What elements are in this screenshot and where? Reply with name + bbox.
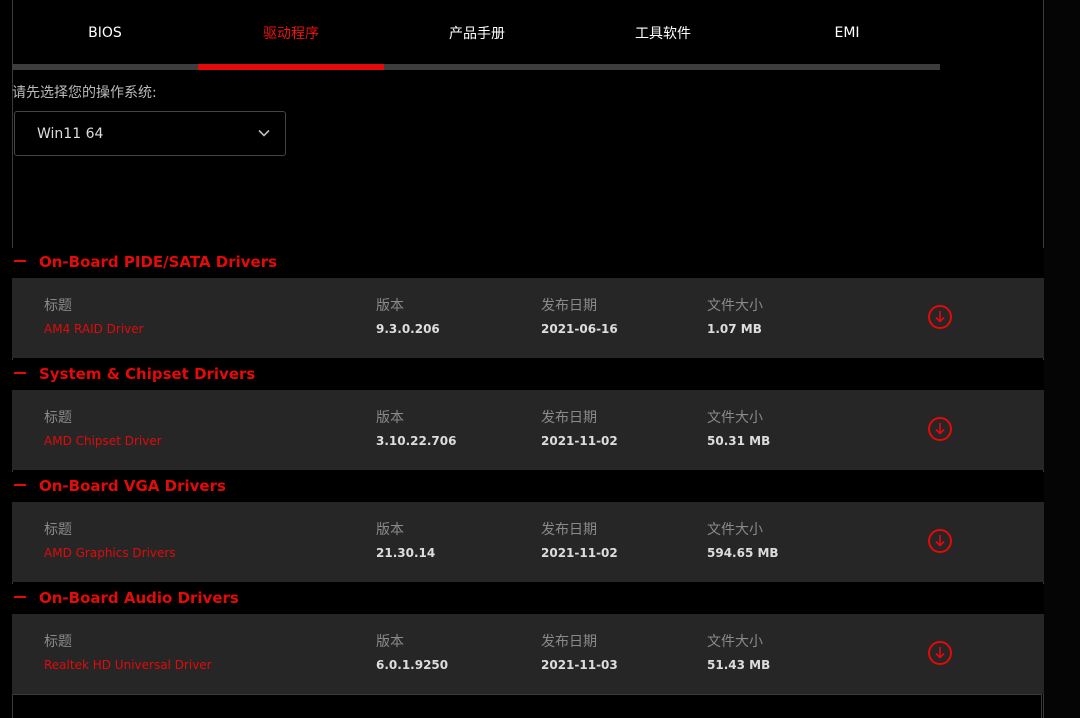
column-header-date: 发布日期 — [541, 298, 597, 314]
tab-manuals[interactable]: 产品手册 — [384, 0, 570, 66]
page-gutter — [1044, 0, 1080, 718]
section-header: System & Chipset Drivers — [12, 360, 1044, 390]
minus-icon[interactable] — [12, 590, 28, 606]
driver-version: 6.0.1.9250 — [376, 658, 449, 672]
driver-size: 51.43 MB — [707, 658, 771, 672]
column-header-version: 版本 — [376, 522, 404, 538]
driver-title-link[interactable]: Realtek HD Universal Driver — [44, 658, 212, 672]
column-header-version: 版本 — [376, 634, 404, 650]
driver-date: 2021-11-03 — [541, 658, 618, 672]
chevron-down-icon — [257, 126, 271, 144]
minus-icon[interactable] — [12, 366, 28, 382]
column-header-size: 文件大小 — [707, 634, 763, 650]
download-icon[interactable] — [928, 529, 952, 553]
column-header-version: 版本 — [376, 410, 404, 426]
tab-emi[interactable]: EMI — [754, 0, 940, 66]
tab-bar: BIOS 驱动程序 产品手册 工具软件 EMI — [12, 0, 1042, 70]
column-header-size: 文件大小 — [707, 410, 763, 426]
column-header-title: 标题 — [44, 298, 72, 314]
os-select-value: Win11 64 — [37, 125, 104, 142]
tab-drivers[interactable]: 驱动程序 — [198, 0, 384, 66]
column-header-date: 发布日期 — [541, 410, 597, 426]
section-title: On-Board Audio Drivers — [39, 589, 239, 607]
driver-title-link[interactable]: AMD Chipset Driver — [44, 434, 162, 448]
column-header-size: 文件大小 — [707, 298, 763, 314]
active-tab-indicator — [198, 64, 384, 70]
column-header-date: 发布日期 — [541, 522, 597, 538]
minus-icon[interactable] — [12, 478, 28, 494]
column-header-title: 标题 — [44, 522, 72, 538]
tab-track — [12, 64, 940, 70]
driver-title-link[interactable]: AMD Graphics Drivers — [44, 546, 176, 560]
section-header: On-Board Audio Drivers — [12, 584, 1044, 614]
driver-row: 标题 版本 发布日期 文件大小 AM4 RAID Driver 9.3.0.20… — [12, 278, 1044, 358]
driver-row: 标题 版本 发布日期 文件大小 AMD Chipset Driver 3.10.… — [12, 390, 1044, 470]
section-header: On-Board PIDE/SATA Drivers — [12, 248, 1044, 278]
driver-version: 21.30.14 — [376, 546, 436, 560]
driver-row: 标题 版本 发布日期 文件大小 Realtek HD Universal Dri… — [12, 614, 1044, 694]
driver-date: 2021-11-02 — [541, 546, 618, 560]
column-header-version: 版本 — [376, 298, 404, 314]
column-header-date: 发布日期 — [541, 634, 597, 650]
column-header-title: 标题 — [44, 410, 72, 426]
driver-size: 594.65 MB — [707, 546, 779, 560]
tab-utilities[interactable]: 工具软件 — [570, 0, 756, 66]
minus-icon[interactable] — [12, 254, 28, 270]
download-icon[interactable] — [928, 305, 952, 329]
download-icon[interactable] — [928, 417, 952, 441]
os-select-label: 请先选择您的操作系统: — [12, 85, 157, 101]
section-title: System & Chipset Drivers — [39, 365, 256, 383]
os-select[interactable]: Win11 64 — [14, 111, 286, 156]
driver-date: 2021-06-16 — [541, 322, 618, 336]
driver-date: 2021-11-02 — [541, 434, 618, 448]
column-header-size: 文件大小 — [707, 522, 763, 538]
driver-size: 1.07 MB — [707, 322, 762, 336]
section-header: On-Board VGA Drivers — [12, 472, 1044, 502]
section-title: On-Board PIDE/SATA Drivers — [39, 253, 278, 271]
column-header-title: 标题 — [44, 634, 72, 650]
driver-title-link[interactable]: AM4 RAID Driver — [44, 322, 144, 336]
section-title: On-Board VGA Drivers — [39, 477, 226, 495]
driver-size: 50.31 MB — [707, 434, 771, 448]
download-icon[interactable] — [928, 641, 952, 665]
driver-version: 3.10.22.706 — [376, 434, 457, 448]
driver-row: 标题 版本 发布日期 文件大小 AMD Graphics Drivers 21.… — [12, 502, 1044, 582]
tab-bios[interactable]: BIOS — [12, 0, 198, 66]
next-section-placeholder — [12, 694, 1042, 718]
driver-version: 9.3.0.206 — [376, 322, 440, 336]
